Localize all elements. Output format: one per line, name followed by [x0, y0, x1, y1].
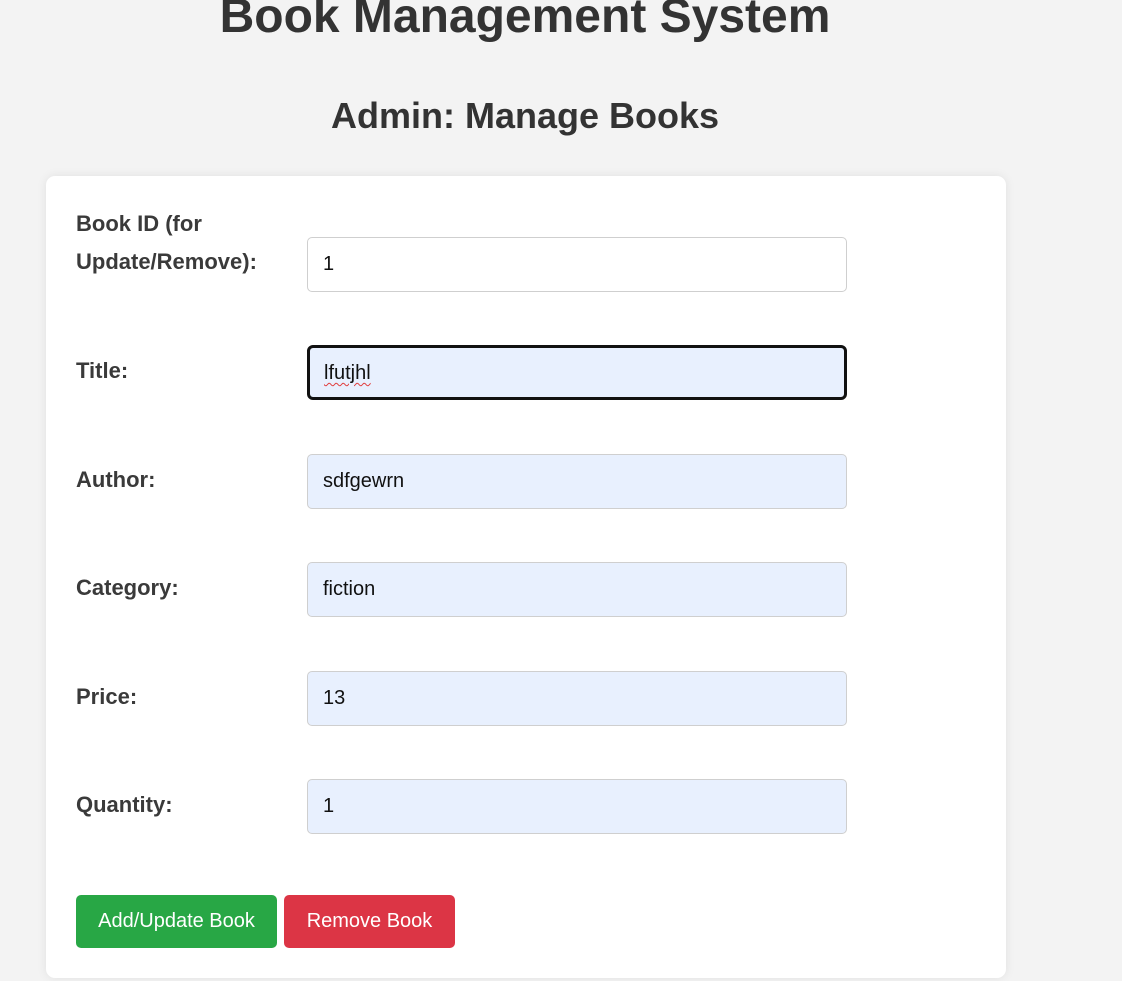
quantity-label: Quantity:	[76, 792, 173, 817]
book-id-label: Book ID (for Update/Remove):	[76, 205, 296, 281]
quantity-input[interactable]	[307, 779, 847, 834]
author-label: Author:	[76, 467, 156, 492]
price-input[interactable]	[307, 671, 847, 726]
book-id-input[interactable]	[307, 237, 847, 292]
app-title: Book Management System	[219, 0, 831, 43]
book-id-label-line2: Update/Remove):	[76, 249, 257, 274]
book-id-label-line1: Book ID (for	[76, 211, 202, 236]
category-input[interactable]	[307, 562, 847, 617]
author-input[interactable]	[307, 454, 847, 509]
title-label: Title:	[76, 358, 129, 383]
book-form-card: Book ID (for Update/Remove): Title: lfut…	[46, 176, 1006, 978]
page-title: Admin: Manage Books	[330, 95, 720, 136]
price-label: Price:	[76, 684, 138, 709]
category-label: Category:	[76, 575, 179, 600]
add-update-book-button[interactable]: Add/Update Book	[76, 895, 277, 948]
title-input[interactable]: lfutjhl	[307, 345, 847, 400]
title-input-value: lfutjhl	[324, 362, 371, 384]
remove-book-button[interactable]: Remove Book	[284, 895, 455, 948]
